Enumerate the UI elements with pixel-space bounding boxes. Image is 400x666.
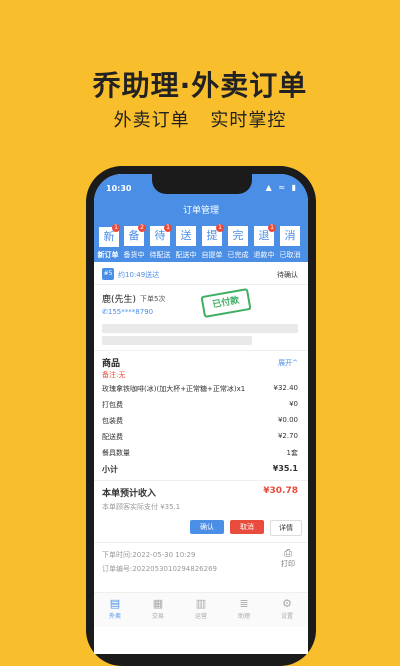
tab-badge: 1 [268,224,276,232]
order-count: 下单5次 [140,295,166,303]
promo-sub-2: 实时掌控 [210,110,287,131]
tab-sub: 待配送 [149,251,171,259]
nav-zhuli[interactable]: ≣ 助理 [223,597,265,620]
cancel-button[interactable]: 取消 [230,520,264,534]
item-row: 玫瑰拿铁咖啡(冰)(加大杯+正常糖+正常冰)x1 ¥32.40 [102,384,298,394]
promo-headline: 乔助理·外卖订单 [92,69,308,102]
print-button[interactable]: ⎙ 打印 [276,548,300,569]
transaction-icon: ▦ [152,597,164,610]
tab-cancelled[interactable]: 消 已取消 [278,224,302,260]
item-value: ¥2.70 [277,432,298,440]
expand-link[interactable]: 展开^ [278,358,298,368]
print-label: 打印 [281,560,295,568]
tab-prepare[interactable]: 备 2 备货中 [122,224,146,260]
tab-sub: 备货中 [123,251,145,259]
nav-label: 设置 [280,613,293,620]
item-value: ¥0 [289,400,298,408]
tab-sub: 已取消 [279,251,301,259]
nav-label: 运营 [194,613,207,620]
item-name: 餐具数量 [102,449,130,457]
order-number-full: 订单编号:2022053010294826269 [102,565,217,573]
address-blurred [102,324,298,333]
promo-sub-1: 外卖订单 [113,110,190,131]
nav-label: 外卖 [108,613,121,620]
tab-badge: 1 [216,224,224,232]
tab-label: 送 [176,226,196,246]
tab-pending-delivery[interactable]: 待 1 待配送 [148,224,172,260]
tab-sub: 自提单 [201,251,223,259]
subtotal-row: 小计 ¥35.1 [102,464,298,475]
item-value: ¥32.40 [273,384,299,392]
income-label: 本单预计收入 [102,489,157,499]
paid-amount: 本单顾客实际支付 ¥35.1 [102,503,181,511]
item-name: 玫瑰拿铁咖啡(冰)(加大杯+正常糖+正常冰)x1 [102,385,246,393]
nav-shezhi[interactable]: ⚙ 设置 [266,597,308,620]
tab-sub: 退款中 [253,251,275,259]
address-blurred [102,336,252,345]
income-row: 本单预计收入 ¥30.78 [102,486,298,499]
subtotal-label: 小计 [102,465,118,474]
tab-pickup[interactable]: 提 1 自提单 [200,224,224,260]
tab-new[interactable]: 新 1 新订单 [96,224,120,260]
item-row: 打包费 ¥0 [102,400,298,410]
nav-waimai[interactable]: ▤ 外卖 [94,597,136,620]
item-row: 配送费 ¥2.70 [102,432,298,442]
page-title: 订单管理 [94,200,308,222]
divider [94,480,308,481]
divider [94,542,308,543]
tab-label: 消 [280,226,300,246]
customer-phone[interactable]: ✆155****8790 [102,308,153,316]
item-name: 包装费 [102,417,123,425]
status-icons: ▲ ≈ ▮ [265,183,298,192]
income-value: ¥30.78 [263,486,298,496]
gear-icon: ⚙ [282,597,292,610]
item-row: 包装费 ¥0.00 [102,416,298,426]
order-time: 下单时间:2022-05-30 10:29 [102,551,196,559]
action-buttons: 确认 取消 详情 [94,520,308,536]
phone-notch [152,174,252,194]
orders-icon: ▤ [109,597,121,610]
item-value: ¥0.00 [277,416,298,424]
tab-badge: 1 [112,224,120,232]
order-number: #5 [102,268,114,280]
tab-refunding[interactable]: 退 1 退款中 [252,224,276,260]
nav-yunying[interactable]: ▥ 运营 [180,597,222,620]
tab-badge: 1 [164,224,172,232]
tab-sub: 配送中 [175,251,197,259]
item-value: 1套 [286,449,298,457]
order-tabs: 新 1 新订单 备 2 备货中 待 1 待配送 送 配送中 提 1 自提单 完 … [94,222,308,262]
item-row: 餐具数量 1套 [102,448,298,458]
phone-number: 155****8790 [107,308,154,316]
tab-sub: 新订单 [97,251,119,259]
goods-label: 商品 [102,359,121,369]
phone-screen: 10:30 ▲ ≈ ▮ 订单管理 新 1 新订单 备 2 备货中 待 1 待配送… [94,174,308,654]
paid-stamp: 已付款 [200,287,252,319]
tab-sub: 已完成 [227,251,249,259]
assistant-icon: ≣ [239,597,249,610]
nav-label: 助理 [237,613,250,620]
printer-icon: ⎙ [284,548,292,559]
confirm-button[interactable]: 确认 [190,520,224,534]
promo-subline: 外卖订单 实时掌控 [0,106,400,132]
tab-delivering[interactable]: 送 配送中 [174,224,198,260]
tab-label: 完 [228,226,248,246]
order-note: 备注:无 [102,371,126,379]
subtotal-value: ¥35.1 [272,464,298,473]
item-name: 打包费 [102,401,123,409]
customer-name: 鹿(先生) [102,295,137,305]
status-time: 10:30 [106,184,132,193]
divider [94,350,308,351]
divider [94,284,308,285]
operation-icon: ▥ [195,597,207,610]
order-eta: 约10:49送达 [118,271,160,279]
tab-badge: 2 [138,224,146,232]
bottom-nav: ▤ 外卖 ▦ 交易 ▥ 运营 ≣ 助理 ⚙ 设置 [94,592,308,627]
nav-label: 交易 [151,613,164,620]
item-name: 配送费 [102,433,123,441]
order-state: 待确认 [277,271,298,279]
nav-jiaoyi[interactable]: ▦ 交易 [137,597,179,620]
tab-completed[interactable]: 完 已完成 [226,224,250,260]
detail-button[interactable]: 详情 [270,520,302,536]
